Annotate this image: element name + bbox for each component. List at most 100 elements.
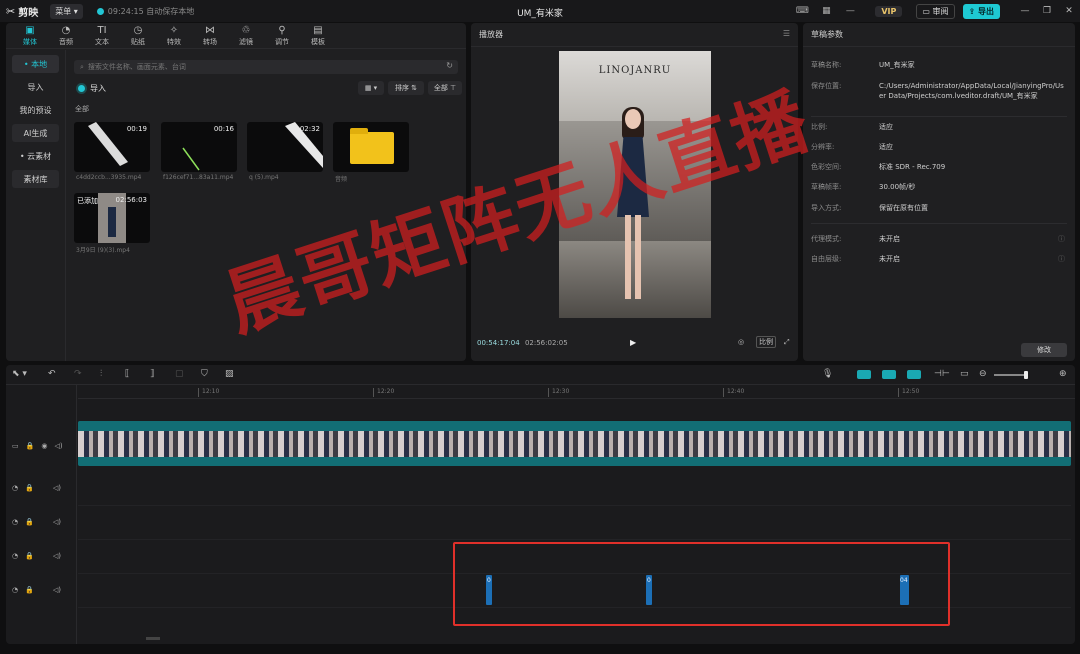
media-search-input[interactable]: ⌕ 搜索文件名称、画面元素、台词 ↻ (74, 60, 458, 74)
split-view-icon[interactable]: ⊣⊢ (934, 369, 950, 379)
tab-adjust[interactable]: ⚲ 调节 (264, 24, 300, 48)
sidebar-item-ai[interactable]: AI生成 (12, 124, 59, 142)
row-label: 代理模式: (811, 235, 842, 243)
keyboard-icon[interactable]: ⌨ (793, 4, 811, 18)
preview-axis-icon[interactable] (882, 370, 896, 379)
modify-button[interactable]: 修改 (1021, 343, 1067, 357)
main-video-clip[interactable] (78, 421, 1071, 466)
draft-row-framerate: 草稿帧率: 30.00帧/秒 (811, 182, 1071, 192)
sort-button[interactable]: 排序 ⇅ (388, 81, 424, 95)
caption-icon[interactable]: ▭ (960, 369, 969, 379)
row-value: 未开启 (879, 235, 900, 243)
row-value: 适应 (879, 123, 893, 131)
view-toggle-button[interactable]: ▦ ▾ (358, 81, 384, 95)
row-value: 未开启 (879, 255, 900, 263)
speaker-icon[interactable]: ◁) (53, 552, 61, 560)
tab-filter[interactable]: ♲ 滤镜 (228, 24, 264, 48)
zoom-in-icon[interactable]: ⊕ (1059, 369, 1067, 379)
eye-icon[interactable]: ◉ (41, 442, 47, 450)
sidebar-item-library[interactable]: 素材库 (12, 170, 59, 188)
text-icon: TI (97, 25, 107, 36)
folder-name: 音频 (335, 176, 348, 183)
lock-icon[interactable]: 🔒 (26, 442, 35, 450)
info-icon[interactable]: ⓘ (1058, 234, 1065, 244)
hamburger-icon[interactable]: ☰ (783, 29, 790, 38)
media-item[interactable]: 02:32 (247, 122, 323, 172)
shield-icon[interactable]: ⛉ (201, 369, 208, 379)
zoom-slider[interactable] (994, 371, 1028, 379)
divider (811, 223, 1067, 224)
lock-icon[interactable]: 🔒 (25, 586, 34, 594)
undo-icon[interactable]: ↶ (48, 369, 56, 379)
tab-media[interactable]: ▣ 媒体 (12, 24, 48, 48)
zoom-out-icon[interactable]: ⊖ (979, 369, 987, 379)
microphone-icon[interactable]: 🎙 (822, 369, 833, 379)
close-icon[interactable]: ✕ (1058, 6, 1080, 16)
refresh-icon[interactable]: ↻ (446, 61, 453, 70)
redo-icon[interactable]: ↷ (74, 369, 82, 379)
export-button[interactable]: ⇪ 导出 (962, 3, 1000, 19)
audio-track-header: ◔ 🔒 ◁) (6, 579, 76, 601)
app-logo: ✂ 剪映 (6, 4, 38, 19)
tab-text[interactable]: TI 文本 (84, 24, 120, 48)
split-left-icon[interactable]: ⟦ (125, 369, 129, 379)
tab-template[interactable]: ▤ 模板 (300, 24, 336, 48)
more-icon[interactable]: — (841, 4, 859, 18)
screenshot-icon[interactable]: ◎ (738, 338, 744, 346)
ratio-button[interactable]: 比例 (756, 336, 776, 348)
row-label: 草稿帧率: (811, 183, 842, 191)
layout-icon[interactable]: ▦ (817, 4, 835, 18)
ruler-tick: 12:20 (373, 388, 394, 397)
review-button[interactable]: ▭ 审阅 (916, 3, 955, 19)
filter-all-button[interactable]: 全部 ⊤ (428, 81, 462, 95)
tab-sticker[interactable]: ◷ 贴纸 (120, 24, 156, 48)
lock-icon[interactable]: 🔒 (25, 518, 34, 526)
media-folder[interactable] (333, 122, 409, 172)
vip-button[interactable]: VIP (875, 5, 903, 17)
sidebar-item-cloud[interactable]: • 云素材 (12, 147, 59, 165)
timeline-scrollbar[interactable] (146, 637, 160, 640)
tab-transition[interactable]: ⋈ 转场 (192, 24, 228, 48)
maximize-icon[interactable]: ❐ (1036, 6, 1058, 16)
main-menu-button[interactable]: 菜单 ▾ (50, 3, 83, 19)
import-button[interactable]: 导入 (78, 83, 106, 94)
media-item[interactable]: 02:56:03 已添加 (74, 193, 150, 243)
speaker-icon[interactable]: ◁) (53, 586, 61, 594)
sidebar-item-presets[interactable]: 我的预设 (12, 101, 59, 119)
tab-label: 特效 (167, 38, 181, 46)
thumbnail-person (108, 207, 116, 237)
current-time: 00:54:17:04 (477, 339, 520, 347)
snap-icon[interactable] (907, 370, 921, 379)
sidebar-item-import[interactable]: 导入 (12, 78, 59, 96)
delete-icon[interactable]: ▢ (175, 369, 184, 379)
split-icon[interactable]: ⫶ (100, 369, 102, 379)
info-icon[interactable]: ⓘ (1058, 254, 1065, 264)
speaker-icon[interactable]: ◁) (53, 518, 61, 526)
media-item[interactable]: 00:16 (161, 122, 237, 172)
image-icon[interactable]: ▨ (225, 369, 234, 379)
tab-label: 滤镜 (239, 38, 253, 46)
link-main-track-icon[interactable] (857, 370, 871, 379)
speaker-icon[interactable]: ◁) (54, 442, 62, 450)
video-preview[interactable]: LINOJANRU (559, 51, 711, 318)
media-item[interactable]: 00:19 (74, 122, 150, 172)
tab-effect[interactable]: ✧ 特效 (156, 24, 192, 48)
video-track-header: ▭ 🔒 ◉ ◁) (6, 435, 76, 457)
select-tool-icon[interactable]: ⬉ ▾ (12, 369, 27, 379)
audio-track-icon: ◔ (12, 586, 19, 594)
minimize-icon[interactable]: — (1014, 6, 1036, 16)
sidebar-item-local[interactable]: • 本地 (12, 55, 59, 73)
split-right-icon[interactable]: ⟧ (150, 369, 154, 379)
speaker-icon[interactable]: ◁) (53, 484, 61, 492)
media-filename: 3月9日 (9)(3).mp4 (76, 247, 130, 254)
tab-audio[interactable]: ◔ 音频 (48, 24, 84, 48)
timeline-ruler[interactable]: 12:10 12:20 12:30 12:40 12:50 (78, 385, 1075, 399)
lock-icon[interactable]: 🔒 (25, 484, 34, 492)
draft-row-proxy: 代理模式: 未开启 ⓘ (811, 234, 1071, 244)
play-icon[interactable]: ▶ (630, 338, 636, 347)
media-sidebar: • 本地 导入 我的预设 AI生成 • 云素材 素材库 (6, 50, 66, 361)
media-filename: q (5).mp4 (249, 174, 279, 181)
draft-header: 草稿参数 (803, 23, 1075, 47)
fullscreen-icon[interactable]: ⤢ (784, 338, 790, 347)
lock-icon[interactable]: 🔒 (25, 552, 34, 560)
